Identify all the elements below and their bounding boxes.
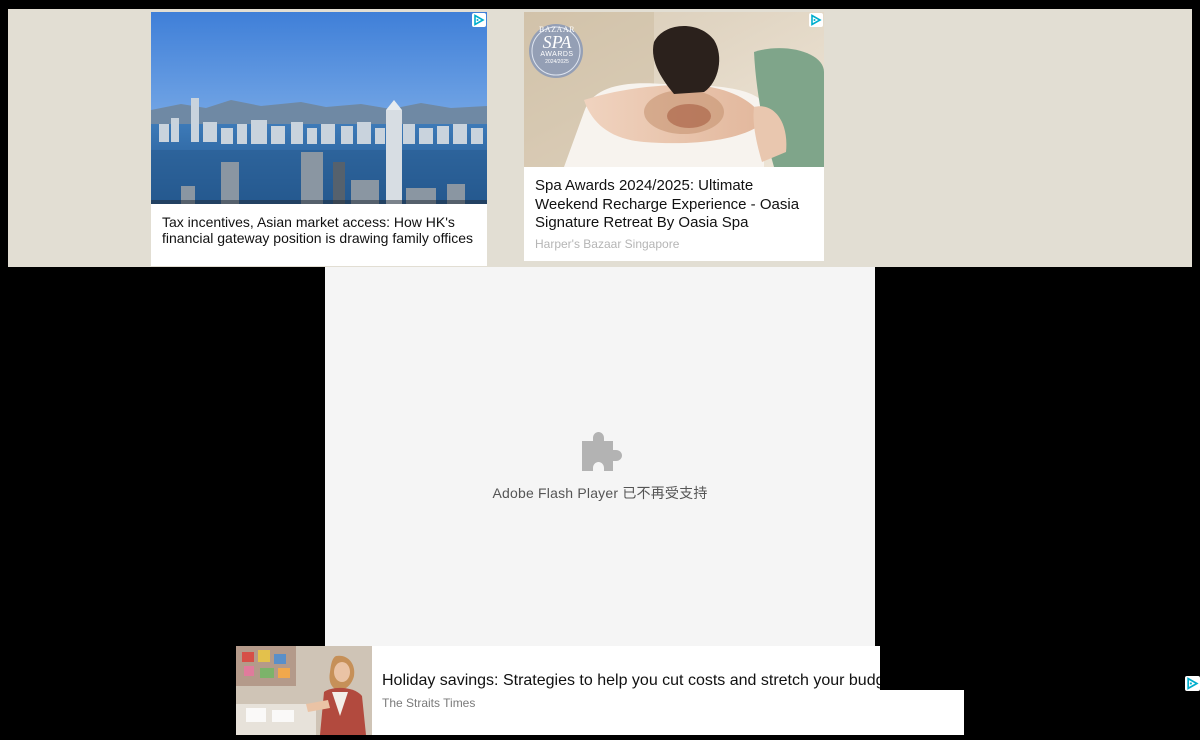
hong-kong-skyline-image[interactable]: [151, 12, 487, 204]
market-shopping-image[interactable]: [236, 646, 372, 735]
flash-plugin-placeholder: Adobe Flash Player 已不再受支持: [325, 267, 875, 646]
spa-awards-badge: BAZAAR SPA AWARDS 2024/2025: [532, 26, 582, 66]
ad-headline[interactable]: Tax incentives, Asian market access: How…: [162, 214, 480, 246]
adchoices-icon[interactable]: [809, 13, 823, 27]
ad-headline[interactable]: Holiday savings: Strategies to help you …: [382, 672, 880, 690]
badge-line-3: AWARDS: [540, 51, 574, 58]
native-ad-card-hong-kong[interactable]: Tax incentives, Asian market access: How…: [151, 12, 487, 266]
puzzle-piece-icon: [582, 432, 622, 471]
bottom-native-ad[interactable]: Holiday savings: Strategies to help you …: [236, 646, 964, 735]
badge-line-4: 2024/2025: [545, 59, 569, 65]
ad-source[interactable]: The Straits Times: [382, 696, 475, 710]
badge-line-2: SPA: [542, 32, 572, 52]
ad-headline[interactable]: Spa Awards 2024/2025: Ultimate Weekend R…: [535, 177, 817, 233]
ad-source[interactable]: Harper's Bazaar Singapore: [535, 237, 679, 251]
adchoices-icon[interactable]: [1185, 676, 1200, 691]
adchoices-icon[interactable]: [472, 13, 486, 27]
flash-unsupported-message: Adobe Flash Player 已不再受支持: [492, 485, 708, 501]
native-ad-card-spa-awards[interactable]: BAZAAR SPA AWARDS 2024/2025 Spa Awards 2…: [524, 12, 824, 261]
